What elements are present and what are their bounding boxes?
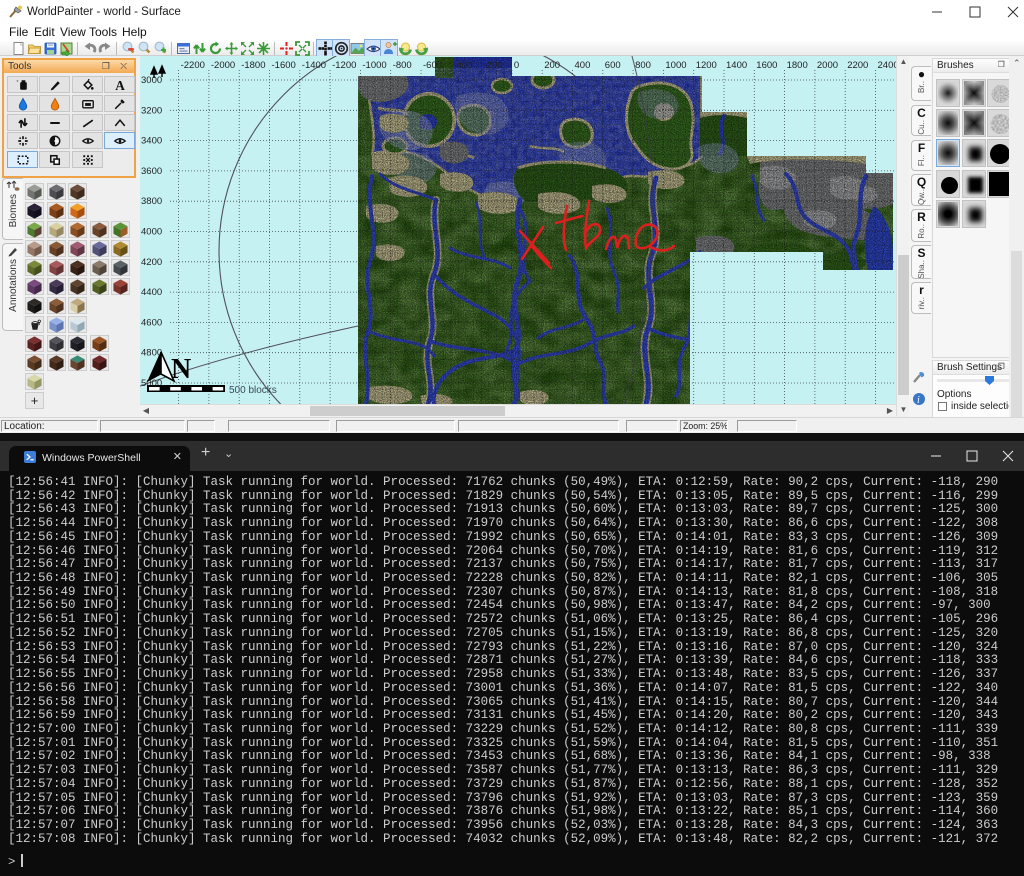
svg-text:-1200: -1200 <box>332 60 356 71</box>
svg-text:500 blocks: 500 blocks <box>229 385 277 396</box>
svg-text:3200: 3200 <box>141 105 162 116</box>
svg-text:4600: 4600 <box>141 317 162 328</box>
svg-text:0: 0 <box>514 60 519 71</box>
svg-text:-200: -200 <box>484 60 503 71</box>
svg-text:N: N <box>171 354 191 385</box>
svg-text:200: 200 <box>544 60 560 71</box>
svg-text:-600: -600 <box>423 60 442 71</box>
svg-text:3800: 3800 <box>141 196 162 207</box>
svg-text:2200: 2200 <box>847 60 868 71</box>
svg-text:1000: 1000 <box>665 60 686 71</box>
svg-text:-2200: -2200 <box>181 60 205 71</box>
svg-text:800: 800 <box>635 60 651 71</box>
svg-text:1800: 1800 <box>787 60 808 71</box>
svg-text:-2000: -2000 <box>211 60 235 71</box>
svg-text:3000: 3000 <box>141 75 162 86</box>
svg-text:1600: 1600 <box>756 60 777 71</box>
svg-text:400: 400 <box>575 60 591 71</box>
svg-text:i: i <box>917 395 920 406</box>
svg-text:1400: 1400 <box>726 60 747 71</box>
svg-text:600: 600 <box>605 60 621 71</box>
svg-text:2400: 2400 <box>878 60 897 71</box>
svg-text:1200: 1200 <box>696 60 717 71</box>
svg-text:-1400: -1400 <box>302 60 326 71</box>
svg-text:3400: 3400 <box>141 136 162 147</box>
svg-text:3600: 3600 <box>141 166 162 177</box>
svg-text:-800: -800 <box>393 60 412 71</box>
svg-text:-400: -400 <box>453 60 472 71</box>
svg-text:-1600: -1600 <box>272 60 296 71</box>
svg-text:A: A <box>115 78 125 91</box>
svg-text:4200: 4200 <box>141 257 162 268</box>
svg-text:-1800: -1800 <box>241 60 265 71</box>
svg-text:*: * <box>16 80 19 86</box>
svg-text:2000: 2000 <box>817 60 838 71</box>
svg-text:4000: 4000 <box>141 227 162 238</box>
svg-text:4400: 4400 <box>141 287 162 298</box>
svg-text:-1000: -1000 <box>362 60 386 71</box>
